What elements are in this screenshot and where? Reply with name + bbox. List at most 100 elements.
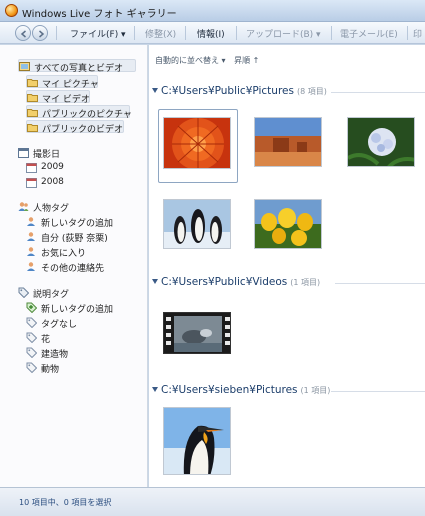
print-button[interactable]: 印 [413, 27, 422, 40]
sort-order-button[interactable]: 昇順 ↑ [234, 56, 259, 65]
section-rule [331, 391, 425, 392]
file-menu[interactable]: ファイル(F) ▾ [70, 27, 126, 40]
thumbnail-tulips[interactable] [254, 199, 322, 249]
collapse-triangle-icon [152, 387, 158, 392]
person-icon [27, 262, 35, 271]
arrange-dropdown[interactable]: 自動的に並べ替え ▾ [155, 56, 226, 65]
sidebar-item-label: マイ ビデオ [42, 95, 90, 105]
section-header-public-pictures[interactable]: C:¥Users¥Public¥Pictures (8 項目) [149, 85, 425, 99]
thumbnail-chrysanthemum[interactable] [163, 117, 231, 169]
sidebar-item-label: その他の連絡先 [41, 264, 105, 274]
sidebar-item-label: すべての写真とビデオ [34, 64, 124, 74]
app-icon [5, 4, 18, 17]
person-icon [27, 232, 35, 241]
sort-bar: 自動的に並べ替え ▾ 昇順 ↑ [155, 55, 265, 66]
collapse-triangle-icon [152, 88, 158, 93]
section-rule [335, 283, 425, 284]
tag-icon [26, 317, 37, 328]
back-button[interactable] [15, 25, 31, 41]
status-text: 10 項目中、0 項目を選択 [19, 498, 112, 507]
people-icon [18, 202, 29, 211]
section-header-public-videos[interactable]: C:¥Users¥Public¥Videos (1 項目) [149, 276, 425, 290]
toolbar-separator [236, 26, 237, 40]
email-button[interactable]: 電子メール(E) [340, 27, 398, 40]
sidebar-item-animal[interactable]: 動物 [26, 361, 71, 375]
tag-icon [18, 287, 29, 298]
add-person-icon [27, 217, 35, 226]
thumbnail-penguins[interactable] [163, 199, 231, 249]
sidebar-item-label: タグなし [41, 320, 78, 330]
window-title: Windows Live フォト ギャラリー [22, 9, 177, 20]
photo-library-icon [19, 62, 30, 71]
add-tag-icon [26, 302, 37, 313]
sidebar-header-date-taken[interactable]: 撮影日 [18, 146, 98, 160]
sidebar-item-other-contacts[interactable]: その他の連絡先 [26, 260, 126, 274]
thumbnail-king-penguin[interactable] [163, 407, 231, 475]
sidebar-header-label: 説明タグ [33, 290, 70, 300]
sidebar-item-my-videos[interactable]: マイ ビデオ [26, 90, 90, 105]
sidebar-item-my-pictures[interactable]: マイ ピクチャ [26, 75, 99, 90]
collapse-triangle-icon [152, 279, 158, 284]
sidebar-item-all-photos-videos[interactable]: すべての写真とビデオ [18, 59, 136, 74]
sidebar-item-label: 動物 [41, 365, 60, 375]
sidebar-item-public-videos[interactable]: パブリックのビデオ [26, 120, 124, 135]
toolbar-separator [185, 26, 186, 40]
forward-button[interactable] [32, 25, 48, 41]
toolbar-separator [56, 26, 57, 40]
sidebar-item-add-people-tag[interactable]: 新しいタグの追加 [26, 215, 136, 229]
folder-icon [27, 109, 38, 117]
sidebar-header-descriptive-tags[interactable]: 説明タグ [18, 286, 108, 300]
section-header-sieben-pictures[interactable]: C:¥Users¥sieben¥Pictures (1 項目) [149, 384, 425, 398]
section-title: C:¥Users¥Public¥Videos (1 項目) [161, 276, 321, 288]
tag-icon [26, 362, 37, 373]
thumbnail-pane: 自動的に並べ替え ▾ 昇順 ↑ C:¥Users¥Public¥Pictures… [149, 45, 425, 487]
hydrangeas-image [348, 118, 414, 166]
calendar-icon [26, 163, 37, 173]
sidebar-item-favorites[interactable]: お気に入り [26, 245, 116, 259]
tag-icon [26, 347, 37, 358]
sidebar-item-me[interactable]: 自分 (荻野 奈栗) [26, 230, 136, 244]
sidebar-header-people-tags[interactable]: 人物タグ [18, 200, 108, 214]
thumbnail-desert[interactable] [254, 117, 322, 167]
section-rule [331, 92, 425, 93]
sidebar-header-label: 撮影日 [33, 150, 61, 160]
sidebar-item-label: パブリックのピクチャ [42, 110, 132, 120]
sidebar-item-label: 2009 [41, 162, 64, 172]
thumbnail-video[interactable] [163, 312, 231, 354]
title-bar: Windows Live フォト ギャラリー [0, 0, 425, 22]
tag-icon [26, 332, 37, 343]
sidebar-item-public-pictures[interactable]: パブリックのピクチャ [26, 105, 132, 120]
sidebar-item-label: 花 [41, 335, 51, 345]
sidebar-item-2009[interactable]: 2009 [26, 161, 86, 174]
sidebar-item-add-descriptive-tag[interactable]: 新しいタグの追加 [26, 301, 136, 315]
status-bar: 10 項目中、0 項目を選択 [0, 487, 425, 516]
sidebar-item-flower[interactable]: 花 [26, 331, 66, 345]
sidebar-item-label: 2008 [41, 177, 64, 187]
sidebar-item-2008[interactable]: 2008 [26, 176, 86, 189]
calendar-icon [26, 178, 37, 188]
sidebar-item-building[interactable]: 建造物 [26, 346, 76, 360]
folder-icon [27, 94, 38, 102]
sidebar-item-untagged[interactable]: タグなし [26, 316, 96, 330]
sidebar-header-label: 人物タグ [33, 204, 70, 214]
video-filmstrip-image [164, 313, 230, 353]
fix-button[interactable]: 修整(X) [145, 27, 176, 40]
toolbar-separator [407, 26, 408, 40]
info-button[interactable]: 情報(I) [197, 27, 225, 40]
sidebar-item-label: お気に入り [41, 249, 87, 259]
toolbar: ファイル(F) ▾ 修整(X) 情報(I) アップロード(B) ▾ 電子メール(… [0, 22, 425, 44]
sidebar-item-label: 建造物 [41, 350, 69, 360]
section-title: C:¥Users¥sieben¥Pictures (1 項目) [161, 384, 331, 396]
toolbar-separator [134, 26, 135, 40]
folder-icon [27, 79, 38, 87]
chrysanthemum-image [164, 118, 230, 168]
upload-menu[interactable]: アップロード(B) ▾ [246, 27, 321, 40]
thumbnail-hydrangeas[interactable] [347, 117, 415, 167]
person-icon [27, 247, 35, 256]
king-penguin-image [164, 408, 230, 474]
sidebar-item-label: 新しいタグの追加 [41, 305, 114, 315]
folder-icon [27, 124, 38, 132]
desert-image [255, 118, 321, 166]
sidebar-item-label: 新しいタグの追加 [41, 219, 114, 229]
sidebar-item-label: マイ ピクチャ [42, 80, 99, 90]
